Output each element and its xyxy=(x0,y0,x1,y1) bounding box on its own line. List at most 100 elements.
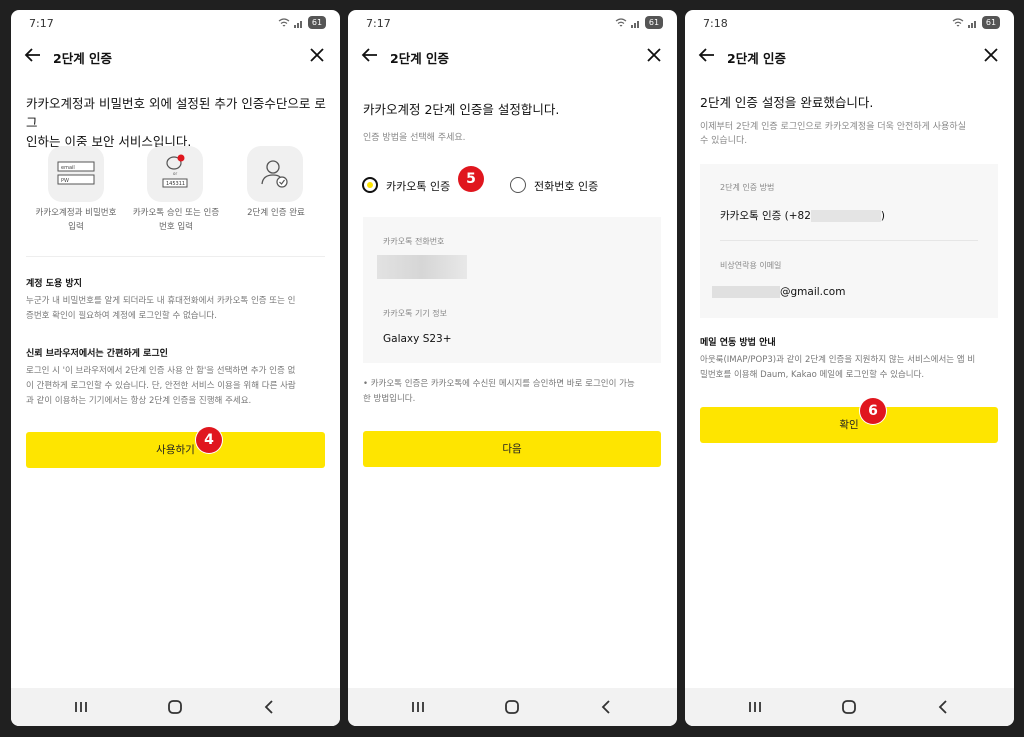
section-body: 누군가 내 비밀번호를 알게 되더라도 내 휴대전화에서 카카오톡 인증 또는 … xyxy=(26,294,331,324)
signal-icon xyxy=(294,20,302,28)
app-header: 2단계 인증 xyxy=(11,42,340,70)
page-title: 2단계 인증 xyxy=(53,51,113,66)
step-complete-box xyxy=(247,146,303,202)
status-time: 7:17 xyxy=(366,17,391,30)
method-value-suffix: ) xyxy=(880,210,885,222)
section-title: 신뢰 브라우저에서는 간편하게 로그인 xyxy=(26,349,168,359)
intro-text: 카카오계정과 비밀번호 외에 설정된 추가 인증수단으로 로그 인하는 이중 보… xyxy=(26,94,331,151)
status-time: 7:18 xyxy=(703,17,728,30)
summary-card: 2단계 인증 방법 카카오톡 인증 (+82) 비상연락용 이메일 @gmail… xyxy=(700,164,998,318)
note: • 카카오톡 인증은 카카오톡에 수신된 메시지를 승인하면 바로 로그인이 가… xyxy=(363,377,663,407)
home-icon[interactable] xyxy=(502,697,522,717)
email-text: email xyxy=(61,165,75,171)
wifi-icon xyxy=(615,17,627,26)
step-badge: 4 xyxy=(196,427,222,453)
back-nav-icon[interactable] xyxy=(596,697,616,717)
step-caption: 2단계 인증 완료 xyxy=(221,206,331,220)
heading: 카카오계정 2단계 인증을 설정합니다. xyxy=(363,102,560,117)
email-value: @gmail.com xyxy=(712,286,845,298)
device-value: Galaxy S23+ xyxy=(383,333,452,345)
close-icon[interactable] xyxy=(982,46,1000,64)
email-label: 비상연락용 이메일 xyxy=(720,261,782,270)
step-badge: 6 xyxy=(860,398,886,424)
caption-line: 번호 입력 xyxy=(159,222,193,232)
status-bar: 7:17 61 xyxy=(348,10,677,36)
status-bar: 7:17 61 xyxy=(11,10,340,36)
section-body: 아웃룩(IMAP/POP3)과 같이 2단계 인증을 지원하지 않는 서비스에서… xyxy=(700,353,1005,383)
phone-label: 카카오톡 전화번호 xyxy=(383,237,445,246)
note-line: • 카카오톡 인증은 카카오톡에 수신된 메시지를 승인하면 바로 로그인이 가… xyxy=(363,379,635,389)
android-nav-bar xyxy=(11,688,340,726)
back-arrow-icon[interactable] xyxy=(697,45,717,65)
user-check-icon xyxy=(261,160,288,188)
radio-dot xyxy=(367,182,373,188)
battery-icon: 61 xyxy=(645,16,663,29)
phone-redacted xyxy=(810,210,881,222)
use-button[interactable]: 사용하기 xyxy=(26,432,325,468)
radio-phone[interactable] xyxy=(510,177,526,193)
caption-line: 카카오톡 승인 또는 인증 xyxy=(132,208,220,218)
recent-apps-icon[interactable] xyxy=(71,697,91,717)
step-badge: 5 xyxy=(458,166,484,192)
screen-intro: 7:17 61 2단계 인증 카카오계정과 비밀번호 외에 설정된 추가 인증수… xyxy=(11,10,340,726)
close-icon[interactable] xyxy=(308,46,326,64)
subheading: 인증 방법을 선택해 주세요. xyxy=(363,133,466,143)
subheading: 이제부터 2단계 인증 로그인으로 카카오계정을 더욱 안전하게 사용하실 수 … xyxy=(700,120,1000,148)
page-title: 2단계 인증 xyxy=(727,51,787,66)
device-label: 카카오톡 기기 정보 xyxy=(383,309,447,318)
app-header: 2단계 인증 xyxy=(685,42,1014,70)
sub-line: 수 있습니다. xyxy=(700,136,748,146)
back-nav-icon[interactable] xyxy=(259,697,279,717)
close-icon[interactable] xyxy=(645,46,663,64)
wifi-icon xyxy=(278,17,290,26)
status-time: 7:17 xyxy=(29,17,54,30)
code-text: 145311 xyxy=(166,181,185,187)
body-line: 증번호 확인이 필요하여 계정에 로그인할 수 없습니다. xyxy=(26,311,217,321)
option-kakaotalk-label[interactable]: 카카오톡 인증 xyxy=(386,178,450,194)
method-value: 카카오톡 인증 (+82) xyxy=(720,208,885,223)
page-title: 2단계 인증 xyxy=(390,51,450,66)
heading: 2단계 인증 설정을 완료했습니다. xyxy=(700,95,874,110)
phone-number-redacted xyxy=(377,255,467,279)
svg-text:or: or xyxy=(173,171,177,176)
screen-complete: 7:18 61 2단계 인증 2단계 인증 설정을 완료했습니다. 이제부터 2… xyxy=(685,10,1014,726)
section-title: 계정 도용 방지 xyxy=(26,279,82,289)
signal-icon xyxy=(631,20,639,28)
method-label: 2단계 인증 방법 xyxy=(720,183,775,192)
body-line: 과 같이 이용하는 기기에서는 항상 2단계 인증을 진행해 주세요. xyxy=(26,396,252,406)
body-line: 아웃룩(IMAP/POP3)과 같이 2단계 인증을 지원하지 않는 서비스에서… xyxy=(700,355,976,365)
confirm-button[interactable]: 확인 xyxy=(700,407,998,443)
back-nav-icon[interactable] xyxy=(933,697,953,717)
screen-select-method: 7:17 61 2단계 인증 카카오계정 2단계 인증을 설정합니다. 인증 방… xyxy=(348,10,677,726)
android-nav-bar xyxy=(348,688,677,726)
body-line: 누군가 내 비밀번호를 알게 되더라도 내 휴대전화에서 카카오톡 인증 또는 … xyxy=(26,296,296,306)
recent-apps-icon[interactable] xyxy=(745,697,765,717)
status-bar: 7:18 61 xyxy=(685,10,1014,36)
home-icon[interactable] xyxy=(839,697,859,717)
wifi-icon xyxy=(952,17,964,26)
divider xyxy=(26,256,325,257)
option-phone-label[interactable]: 전화번호 인증 xyxy=(534,178,598,194)
recent-apps-icon[interactable] xyxy=(408,697,428,717)
info-card: 카카오톡 전화번호 카카오톡 기기 정보 Galaxy S23+ xyxy=(363,217,661,363)
section-title: 메일 연동 방법 안내 xyxy=(700,338,776,348)
caption-line: 카카오계정과 비밀번호 xyxy=(35,208,117,218)
battery-icon: 61 xyxy=(308,16,326,29)
radio-kakaotalk[interactable] xyxy=(362,177,378,193)
caption-line: 입력 xyxy=(68,222,84,232)
card-divider xyxy=(720,240,978,241)
back-arrow-icon[interactable] xyxy=(23,45,43,65)
pw-text: PW xyxy=(61,178,69,184)
sub-line: 이제부터 2단계 인증 로그인으로 카카오계정을 더욱 안전하게 사용하실 xyxy=(700,122,966,132)
kakaotalk-approval-icon: or 145311 xyxy=(162,154,188,188)
next-button[interactable]: 다음 xyxy=(363,431,661,467)
app-header: 2단계 인증 xyxy=(348,42,677,70)
email-domain: @gmail.com xyxy=(780,286,846,298)
android-nav-bar xyxy=(685,688,1014,726)
home-icon[interactable] xyxy=(165,697,185,717)
body-line: 로그인 시 '이 브라우저에서 2단계 인증 사용 안 함'을 선택하면 추가 … xyxy=(26,366,296,376)
back-arrow-icon[interactable] xyxy=(360,45,380,65)
signal-icon xyxy=(968,20,976,28)
step-caption: 카카오계정과 비밀번호 입력 xyxy=(21,206,131,234)
caption-line: 2단계 인증 완료 xyxy=(247,208,305,218)
